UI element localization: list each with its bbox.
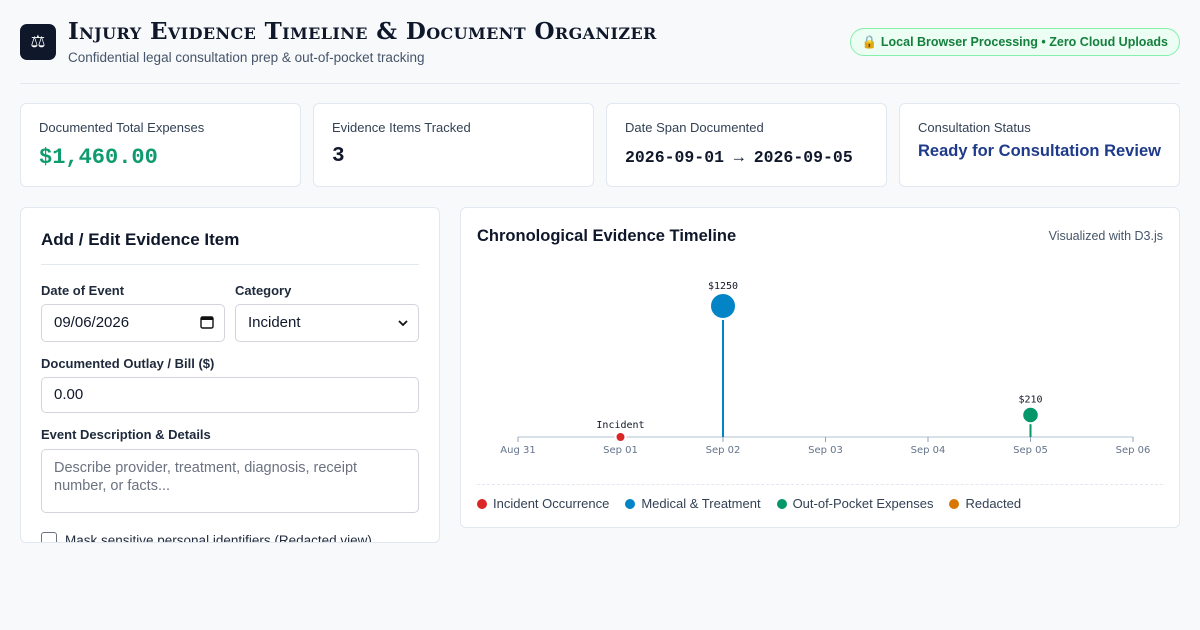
timeline-point-label: $210	[1018, 395, 1042, 406]
stat-value-consultation-status: Ready for Consultation Review	[918, 142, 1161, 160]
privacy-badge: 🔒 Local Browser Processing • Zero Cloud …	[849, 28, 1180, 56]
stat-label: Consultation Status	[918, 120, 1031, 135]
stat-card-total-expenses: Documented Total Expenses $1,460.00	[20, 103, 301, 187]
legend-dot-redacted	[949, 499, 960, 509]
legend-label: Incident Occurrence	[493, 496, 610, 511]
category-select[interactable]: Incident	[235, 304, 419, 342]
amount-label: Documented Outlay / Bill ($)	[41, 356, 215, 371]
stat-value-date-span: 2026-09-01 → 2026-09-05	[625, 148, 853, 167]
evidence-form-panel: Add / Edit Evidence Item Date of Event 0…	[20, 207, 440, 543]
timeline-tick-label: Sep 03	[808, 445, 843, 456]
calendar-icon[interactable]	[200, 305, 214, 341]
scales-icon: ⚖	[20, 24, 56, 60]
legend-dot-incident	[477, 499, 487, 509]
timeline-tick-label: Sep 06	[1116, 445, 1151, 456]
timeline-point-expense	[1021, 405, 1040, 425]
legend-dot-expense	[776, 499, 787, 509]
legend-dot-medical	[625, 499, 636, 509]
date-label: Date of Event	[41, 283, 125, 298]
legend-label: Medical & Treatment	[641, 496, 761, 511]
legend-item-medical: Medical & Treatment	[625, 496, 761, 511]
stat-value-evidence-count: 3	[332, 145, 345, 168]
legend-item-expense: Out-of-Pocket Expenses	[776, 496, 934, 511]
timeline-chart: Aug 31 Sep 01 Sep 02 Sep 03 Sep 04 Sep 05 Sep …	[500, 281, 1151, 456]
stat-card-evidence-count: Evidence Items Tracked 3	[313, 103, 594, 187]
mask-checkbox[interactable]	[41, 532, 57, 542]
legend-label: Redacted	[965, 496, 1022, 511]
app-header: ⚖ Injury Evidence Timeline & Document Or…	[20, 16, 1180, 84]
timeline-tick-label: Sep 05	[1013, 445, 1048, 456]
timeline-point-incident	[614, 431, 627, 443]
description-label: Event Description & Details	[41, 427, 211, 442]
amount-value: 0.00	[54, 386, 84, 403]
app-subtitle: Confidential legal consultation prep & o…	[68, 50, 425, 65]
date-input[interactable]: 09/06/2026	[41, 304, 225, 342]
stat-label: Evidence Items Tracked	[332, 120, 471, 135]
description-textarea[interactable]: Describe provider, treatment, diagnosis,…	[41, 449, 419, 513]
timeline-legend: Incident Occurrence Medical & Treatment Ou…	[477, 484, 1163, 513]
stat-card-date-span: Date Span Documented 2026-09-01 → 2026-0…	[606, 103, 887, 187]
legend-label: Out-of-Pocket Expenses	[792, 496, 934, 511]
legend-item-incident: Incident Occurrence	[477, 496, 609, 511]
description-placeholder: Describe provider, treatment, diagnosis,…	[54, 460, 358, 494]
timeline-panel: Chronological Evidence Timeline Visualiz…	[460, 207, 1180, 528]
category-value: Incident	[248, 314, 301, 331]
stat-label: Date Span Documented	[625, 120, 764, 135]
legend-item-redacted: Redacted	[949, 496, 1021, 511]
timeline-tick-label: Aug 31	[500, 445, 535, 456]
timeline-tick-label: Sep 02	[706, 445, 741, 456]
amount-input[interactable]: 0.00	[41, 377, 419, 413]
form-divider	[41, 264, 419, 265]
date-value: 09/06/2026	[54, 314, 130, 331]
app-title: Injury Evidence Timeline & Document Orga…	[68, 18, 657, 45]
timeline-tick-label: Sep 01	[603, 445, 638, 456]
timeline-point-label: Incident	[596, 420, 644, 431]
stat-label: Documented Total Expenses	[39, 120, 205, 135]
stat-value-total-expenses: $1,460.00	[39, 145, 158, 170]
category-label: Category	[235, 283, 292, 298]
stat-card-consultation-status: Consultation Status Ready for Consultati…	[899, 103, 1180, 187]
form-title: Add / Edit Evidence Item	[41, 230, 240, 249]
chevron-down-icon	[398, 305, 408, 341]
timeline-tick-label: Sep 04	[911, 445, 946, 456]
timeline-point-medical	[709, 292, 737, 320]
timeline-point-label: $1250	[708, 281, 738, 292]
mask-checkbox-label: Mask sensitive personal identifiers (Red…	[65, 533, 372, 543]
